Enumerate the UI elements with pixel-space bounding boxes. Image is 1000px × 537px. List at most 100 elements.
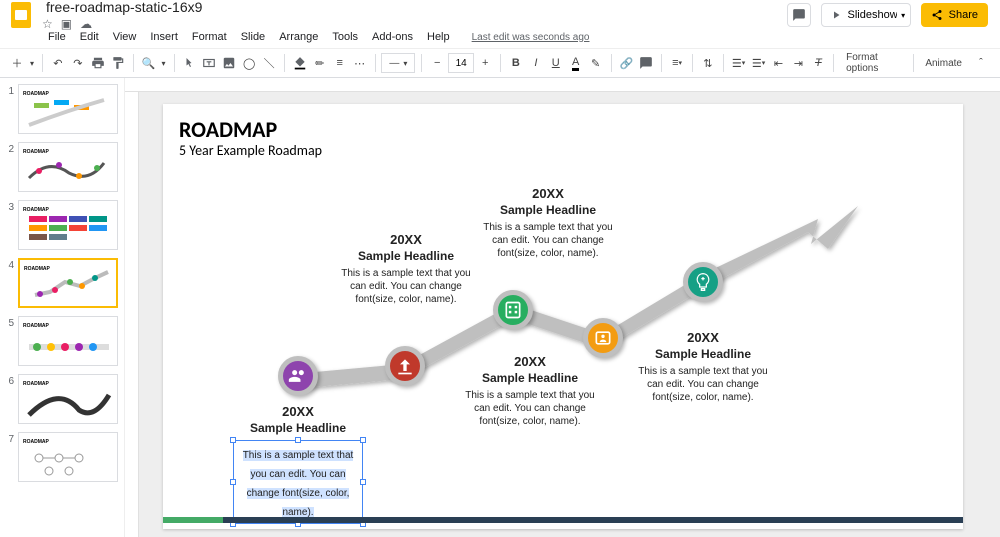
zoom-button[interactable]: 🔍 (139, 52, 157, 74)
border-color-button[interactable]: ✏ (311, 52, 329, 74)
redo-button[interactable]: ↷ (69, 52, 87, 74)
thumbnail-6[interactable]: ROADMAP (18, 374, 118, 424)
menu-insert[interactable]: Insert (144, 29, 184, 45)
slideshow-label: Slideshow (848, 9, 898, 21)
collapse-toolbar-button[interactable]: ˆ (970, 52, 992, 74)
thumbnail-panel: 1ROADMAP 2ROADMAP 3ROADMAP 4ROADMAP 5ROA… (0, 78, 125, 537)
slideshow-dropdown[interactable]: ▾ (897, 3, 911, 27)
ruler-horizontal (125, 78, 1000, 92)
undo-button[interactable]: ↶ (49, 52, 67, 74)
svg-text:ROADMAP: ROADMAP (23, 91, 49, 97)
border-weight-button[interactable]: ≡ (331, 52, 349, 74)
italic-button[interactable]: I (527, 52, 545, 74)
canvas-area[interactable]: ROADMAP 5 Year Example Roadmap 20XX Samp… (125, 78, 1000, 537)
menu-addons[interactable]: Add-ons (366, 29, 419, 45)
print-button[interactable] (89, 52, 107, 74)
thumbnail-5[interactable]: ROADMAP (18, 316, 118, 366)
item-2-headline[interactable]: Sample Headline (341, 249, 471, 263)
textbox-tool[interactable] (200, 52, 218, 74)
item-4-body[interactable]: This is a sample text that you can edit.… (465, 389, 595, 428)
underline-button[interactable]: U (547, 52, 565, 74)
paint-format-button[interactable] (109, 52, 127, 74)
indent-increase-button[interactable]: ⇥ (789, 52, 807, 74)
item-1-headline[interactable]: Sample Headline (233, 421, 363, 435)
zoom-dropdown[interactable]: ▾ (159, 52, 167, 74)
menu-slide[interactable]: Slide (235, 29, 271, 45)
border-dash-button[interactable]: ⋯ (351, 52, 369, 74)
item-5-year[interactable]: 20XX (638, 330, 768, 345)
thumbnail-4[interactable]: ROADMAP (18, 258, 118, 308)
selected-textbox[interactable]: This is a sample text that you can edit.… (233, 440, 363, 524)
item-3-headline[interactable]: Sample Headline (483, 203, 613, 217)
svg-text:ROADMAP: ROADMAP (24, 266, 50, 272)
font-family-select[interactable]: — ▾ (381, 53, 415, 73)
slide-title[interactable]: ROADMAP (179, 116, 277, 143)
svg-text:ROADMAP: ROADMAP (23, 439, 49, 445)
line-tool[interactable]: ＼ (260, 52, 278, 74)
new-slide-button[interactable]: ＋ (8, 52, 26, 74)
share-button[interactable]: Share (921, 3, 988, 27)
menu-help[interactable]: Help (421, 29, 456, 45)
line-spacing-button[interactable]: ⇅ (699, 52, 717, 74)
menu-file[interactable]: File (42, 29, 72, 45)
bold-button[interactable]: B (507, 52, 525, 74)
toolbar: ＋ ▾ ↶ ↷ 🔍 ▾ ◯ ＼ ✏ ≡ ⋯ — ▾ − + B I U A ✎ … (0, 48, 1000, 78)
share-label: Share (949, 9, 978, 21)
svg-text:ROADMAP: ROADMAP (23, 323, 49, 329)
item-5-headline[interactable]: Sample Headline (638, 347, 768, 361)
text-color-button[interactable]: A (567, 52, 585, 74)
font-size-input[interactable] (448, 53, 474, 73)
numbered-list-button[interactable]: ☰▾ (730, 52, 748, 74)
new-slide-dropdown[interactable]: ▾ (28, 52, 36, 74)
item-3-year[interactable]: 20XX (483, 186, 613, 201)
ruler-vertical (125, 92, 139, 537)
roadmap-node-1[interactable] (278, 356, 318, 396)
menu-bar: File Edit View Insert Format Slide Arran… (0, 26, 1000, 48)
item-2-year[interactable]: 20XX (341, 232, 471, 247)
select-tool[interactable] (180, 52, 198, 74)
format-options-button[interactable]: Format options (840, 52, 906, 74)
roadmap-node-2[interactable] (385, 346, 425, 386)
svg-text:ROADMAP: ROADMAP (23, 149, 49, 155)
bulleted-list-button[interactable]: ☰▾ (750, 52, 768, 74)
slides-logo[interactable] (8, 2, 34, 28)
thumbnail-7[interactable]: ROADMAP (18, 432, 118, 482)
roadmap-node-3[interactable] (493, 290, 533, 330)
document-title[interactable]: free-roadmap-static-16x9 (42, 0, 206, 17)
menu-edit[interactable]: Edit (74, 29, 105, 45)
menu-format[interactable]: Format (186, 29, 233, 45)
item-1-body[interactable]: This is a sample text that you can edit.… (243, 450, 354, 518)
indent-decrease-button[interactable]: ⇤ (770, 52, 788, 74)
menu-arrange[interactable]: Arrange (273, 29, 324, 45)
highlight-button[interactable]: ✎ (587, 52, 605, 74)
slideshow-button[interactable]: Slideshow (821, 3, 907, 27)
clear-format-button[interactable]: T (809, 52, 827, 74)
image-tool[interactable] (220, 52, 238, 74)
item-1-year[interactable]: 20XX (233, 404, 363, 419)
item-4-headline[interactable]: Sample Headline (465, 371, 595, 385)
menu-tools[interactable]: Tools (326, 29, 364, 45)
thumbnail-3[interactable]: ROADMAP (18, 200, 118, 250)
svg-text:ROADMAP: ROADMAP (23, 381, 49, 387)
fill-color-button[interactable] (291, 52, 309, 74)
comment-button[interactable] (637, 52, 655, 74)
slide-canvas[interactable]: ROADMAP 5 Year Example Roadmap 20XX Samp… (163, 104, 963, 529)
font-size-increase[interactable]: + (476, 52, 494, 74)
last-edit-link[interactable]: Last edit was seconds ago (466, 30, 596, 45)
font-size-decrease[interactable]: − (428, 52, 446, 74)
shape-tool[interactable]: ◯ (240, 52, 258, 74)
menu-view[interactable]: View (107, 29, 143, 45)
comments-button[interactable] (787, 3, 811, 27)
roadmap-node-4[interactable] (583, 318, 623, 358)
thumbnail-2[interactable]: ROADMAP (18, 142, 118, 192)
roadmap-node-5[interactable] (683, 262, 723, 302)
link-button[interactable]: 🔗 (617, 52, 635, 74)
item-3-body[interactable]: This is a sample text that you can edit.… (483, 221, 613, 260)
item-2-body[interactable]: This is a sample text that you can edit.… (341, 267, 471, 306)
slide-subtitle[interactable]: 5 Year Example Roadmap (179, 142, 322, 159)
item-4-year[interactable]: 20XX (465, 354, 595, 369)
align-button[interactable]: ≡▾ (668, 52, 686, 74)
thumbnail-1[interactable]: ROADMAP (18, 84, 118, 134)
animate-button[interactable]: Animate (919, 58, 968, 69)
item-5-body[interactable]: This is a sample text that you can edit.… (638, 365, 768, 404)
